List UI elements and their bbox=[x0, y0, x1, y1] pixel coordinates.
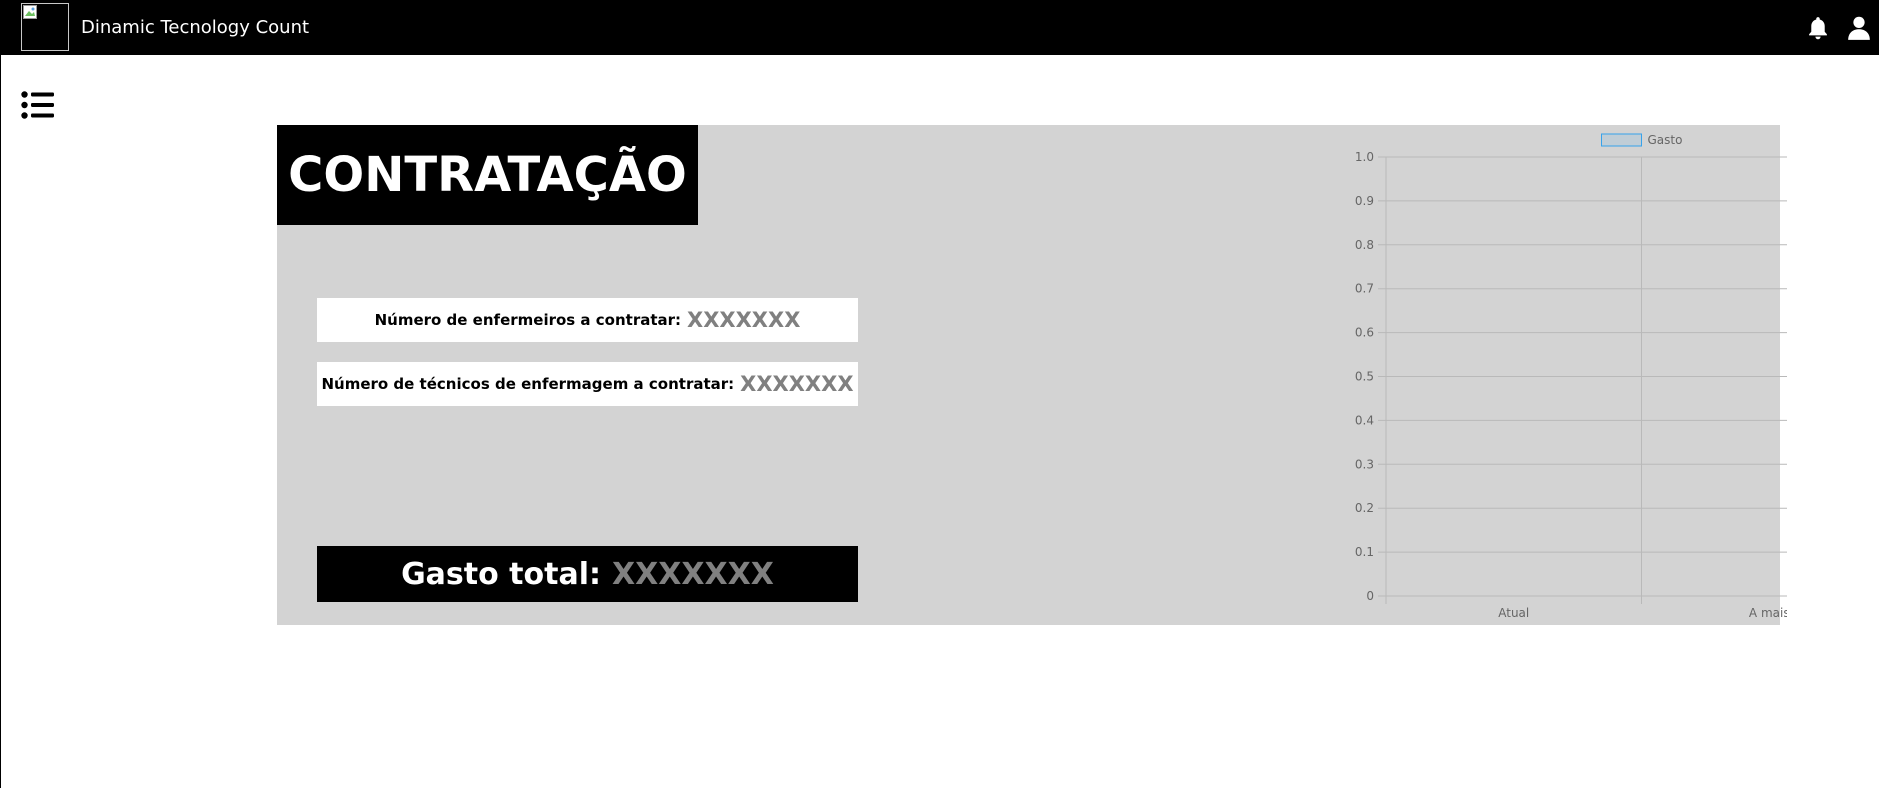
y-tick-label: 0.1 bbox=[1355, 545, 1374, 559]
x-tick-label: Atual bbox=[1498, 606, 1529, 620]
nurses-value: XXXXXXX bbox=[687, 308, 801, 332]
y-tick-label: 0.8 bbox=[1355, 238, 1374, 252]
top-navbar: Dinamic Tecnology Count bbox=[0, 0, 1879, 55]
spend-chart: 1.0 0.9 0.8 0.7 0.6 0.5 0.4 0.3 0.2 0.1 0 Atual A ma… bbox=[1355, 133, 1787, 620]
list-icon[interactable] bbox=[21, 91, 54, 119]
app-title: Dinamic Tecnology Count bbox=[81, 17, 310, 38]
nurses-label: Número de enfermeiros a contratar: bbox=[374, 311, 682, 329]
y-tick-label: 0.3 bbox=[1355, 457, 1374, 471]
broken-image-icon bbox=[23, 5, 37, 19]
technicians-value: XXXXXXX bbox=[740, 372, 854, 396]
user-icon[interactable] bbox=[1846, 15, 1872, 41]
y-tick-label: 0.6 bbox=[1355, 326, 1374, 340]
y-tick-label: 0.4 bbox=[1355, 413, 1374, 427]
panel-title: CONTRATAÇÃO bbox=[277, 125, 698, 225]
y-tick-label: 0.9 bbox=[1355, 194, 1374, 208]
y-tick-label: 0.2 bbox=[1355, 501, 1374, 515]
total-value: XXXXXXX bbox=[612, 556, 774, 592]
total-label: Gasto total: bbox=[401, 556, 601, 592]
legend-swatch bbox=[1601, 133, 1642, 147]
y-tick-label: 1.0 bbox=[1355, 150, 1374, 164]
total-spend: Gasto total: XXXXXXX bbox=[317, 546, 858, 602]
logo-image[interactable] bbox=[21, 3, 69, 51]
y-tick-label: 0 bbox=[1366, 589, 1374, 603]
technicians-to-hire: Número de técnicos de enfermagem a contr… bbox=[317, 362, 858, 406]
legend-label: Gasto bbox=[1648, 133, 1683, 147]
contratacao-panel: CONTRATAÇÃO Número de enfermeiros a cont… bbox=[277, 125, 1787, 625]
bell-icon[interactable] bbox=[1805, 15, 1831, 41]
nurses-to-hire: Número de enfermeiros a contratar: XXXXX… bbox=[317, 298, 858, 342]
y-tick-label: 0.7 bbox=[1355, 282, 1374, 296]
x-tick-label: A mais bbox=[1749, 606, 1787, 620]
y-tick-label: 0.5 bbox=[1355, 370, 1374, 384]
technicians-label: Número de técnicos de enfermagem a contr… bbox=[321, 375, 735, 393]
